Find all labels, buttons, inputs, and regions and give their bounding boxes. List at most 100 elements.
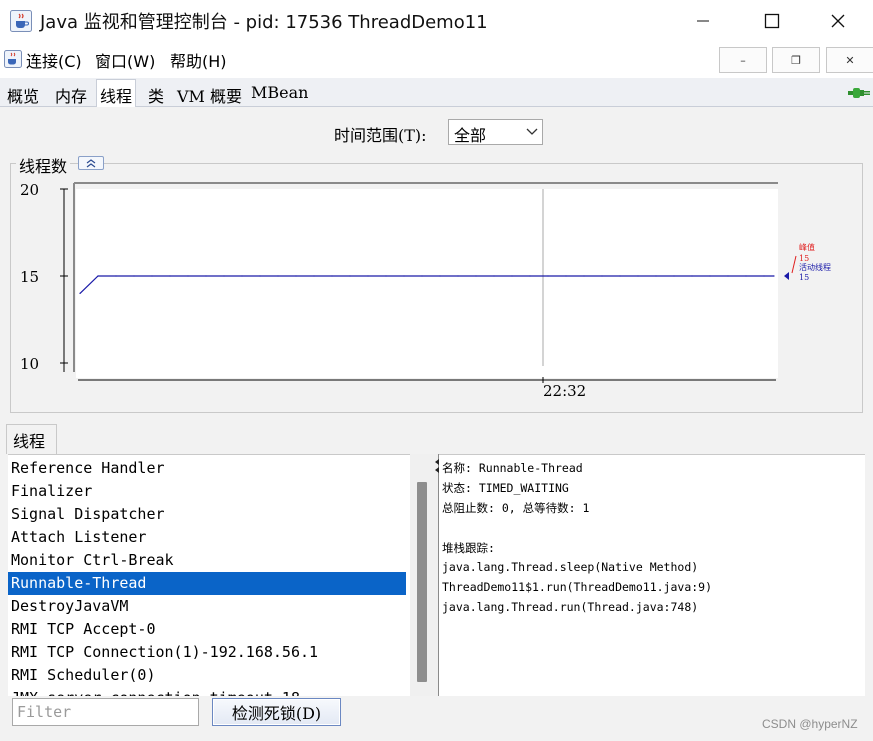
thread-detail-line: 名称: Runnable-Thread [442, 461, 583, 475]
legend-active-value: 15 [799, 273, 809, 282]
window-close-button[interactable] [808, 0, 868, 42]
thread-detail-line: 总阻止数: 0, 总等待数: 1 [442, 501, 590, 515]
y-tick-label: 20 [20, 181, 39, 199]
series-point [313, 275, 315, 277]
tab-overview[interactable]: 概览 [4, 81, 42, 107]
thread-list-item[interactable]: Monitor Ctrl-Break [8, 549, 406, 572]
thread-count-chart: 101520 22:32 峰值15活动线程15 [20, 181, 831, 400]
series-point [97, 275, 99, 277]
window-title: Java 监视和管理控制台 - pid: 17536 ThreadDemo11 [40, 12, 488, 33]
series-point [565, 275, 567, 277]
menu-connect[interactable]: 连接(C) [26, 48, 82, 72]
thread-list-item[interactable]: DestroyJavaVM [8, 595, 406, 618]
chevron-down-icon[interactable] [524, 123, 540, 139]
plot-area [76, 189, 778, 378]
series-point [745, 275, 747, 277]
series-point [673, 275, 675, 277]
chart-title: 线程数 [16, 153, 71, 177]
series-point [773, 275, 775, 277]
window-minimize-button[interactable] [673, 0, 733, 42]
series-point [421, 275, 423, 277]
thread-detail-line: ThreadDemo11$1.run(ThreadDemo11.java:9) [442, 580, 713, 594]
series-point [223, 275, 225, 277]
tab-threads[interactable]: 线程 [96, 79, 137, 108]
thread-detail-line: 堆栈跟踪: [442, 541, 495, 555]
close-icon [831, 14, 845, 28]
series-point [277, 275, 279, 277]
threads-list-tab[interactable]: 线程 [6, 424, 57, 454]
menu-window[interactable]: 窗口(W) [95, 48, 155, 72]
chevron-up-icon [86, 159, 96, 168]
series-point [619, 275, 621, 277]
series-point [151, 275, 153, 277]
series-point [403, 275, 405, 277]
window-maximize-button[interactable] [742, 0, 802, 42]
maximize-icon [764, 13, 780, 29]
frame-restore-button[interactable]: ❐ [772, 47, 820, 73]
series-point [385, 275, 387, 277]
series-point [475, 275, 477, 277]
series-point [169, 275, 171, 277]
tab-vm-summary[interactable]: VM 概要 [174, 81, 245, 107]
series-point [187, 275, 189, 277]
thread-filter-input[interactable] [12, 698, 199, 726]
series-point [331, 275, 333, 277]
thread-detail-line: 状态: TIMED_WAITING [442, 481, 569, 495]
series-point [583, 275, 585, 277]
y-tick-label: 10 [20, 355, 39, 373]
thread-list-item[interactable]: Finalizer [8, 480, 406, 503]
tab-memory[interactable]: 内存 [52, 81, 90, 107]
peak-connector-line [791, 255, 797, 274]
series-point [133, 275, 135, 277]
series-point [115, 275, 117, 277]
series-point [79, 292, 81, 294]
thread-list-item[interactable]: Reference Handler [8, 457, 406, 480]
current-value-marker [784, 272, 789, 280]
thread-list-item[interactable]: RMI TCP Connection(1)-192.168.56.1 [8, 641, 406, 664]
thread-detail-pane: 名称: Runnable-Thread 状态: TIMED_WAITING 总阻止数… [439, 454, 865, 696]
frame-close-button[interactable]: ✕ [826, 47, 873, 73]
series-point [691, 275, 693, 277]
minimize-icon [697, 20, 709, 22]
series-point [763, 275, 765, 277]
series-point [457, 275, 459, 277]
frame-minimize-button[interactable]: – [719, 47, 767, 73]
java-cup-icon [10, 10, 32, 32]
series-point [601, 275, 603, 277]
legend-peak-label: 峰值 [799, 242, 815, 252]
series-point [511, 275, 513, 277]
series-point [349, 275, 351, 277]
tab-classes[interactable]: 类 [145, 81, 167, 107]
thread-detail-line: java.lang.Thread.run(Thread.java:748) [442, 600, 699, 614]
scrollbar-thumb[interactable] [417, 482, 427, 682]
series-point [637, 275, 639, 277]
series-point [241, 275, 243, 277]
series-point [655, 275, 657, 277]
tab-mbean[interactable]: MBean [248, 81, 311, 107]
thread-list-item[interactable]: JMX server connection timeout 18 [8, 687, 406, 696]
legend-active-label: 活动线程 [799, 262, 831, 272]
menu-help[interactable]: 帮助(H) [170, 48, 227, 72]
thread-list-item[interactable]: RMI TCP Accept-0 [8, 618, 406, 641]
x-tick-label: 22:32 [543, 382, 586, 400]
collapse-button[interactable] [78, 156, 104, 170]
thread-list-item[interactable]: Attach Listener [8, 526, 406, 549]
series-point [727, 275, 729, 277]
series-point [367, 275, 369, 277]
watermark: CSDN @hyperNZ [762, 717, 858, 731]
series-point [547, 275, 549, 277]
connection-plug-icon [848, 88, 870, 98]
detect-deadlock-button[interactable]: 检测死锁(D) [212, 698, 341, 726]
thread-list-item[interactable]: Runnable-Thread [8, 572, 406, 595]
thread-detail-line: java.lang.Thread.sleep(Native Method) [442, 560, 699, 574]
thread-list-item[interactable]: RMI Scheduler(0) [8, 664, 406, 687]
series-point [529, 275, 531, 277]
java-cup-icon[interactable] [4, 50, 22, 68]
legend-peak-value: 15 [799, 254, 809, 263]
time-range-label: 时间范围(T): [334, 126, 427, 145]
series-point [493, 275, 495, 277]
thread-list-item[interactable]: Signal Dispatcher [8, 503, 406, 526]
series-point [709, 275, 711, 277]
y-tick-label: 15 [20, 268, 39, 286]
thread-list[interactable]: Reference Handler Finalizer Signal Dispatc… [8, 454, 410, 696]
